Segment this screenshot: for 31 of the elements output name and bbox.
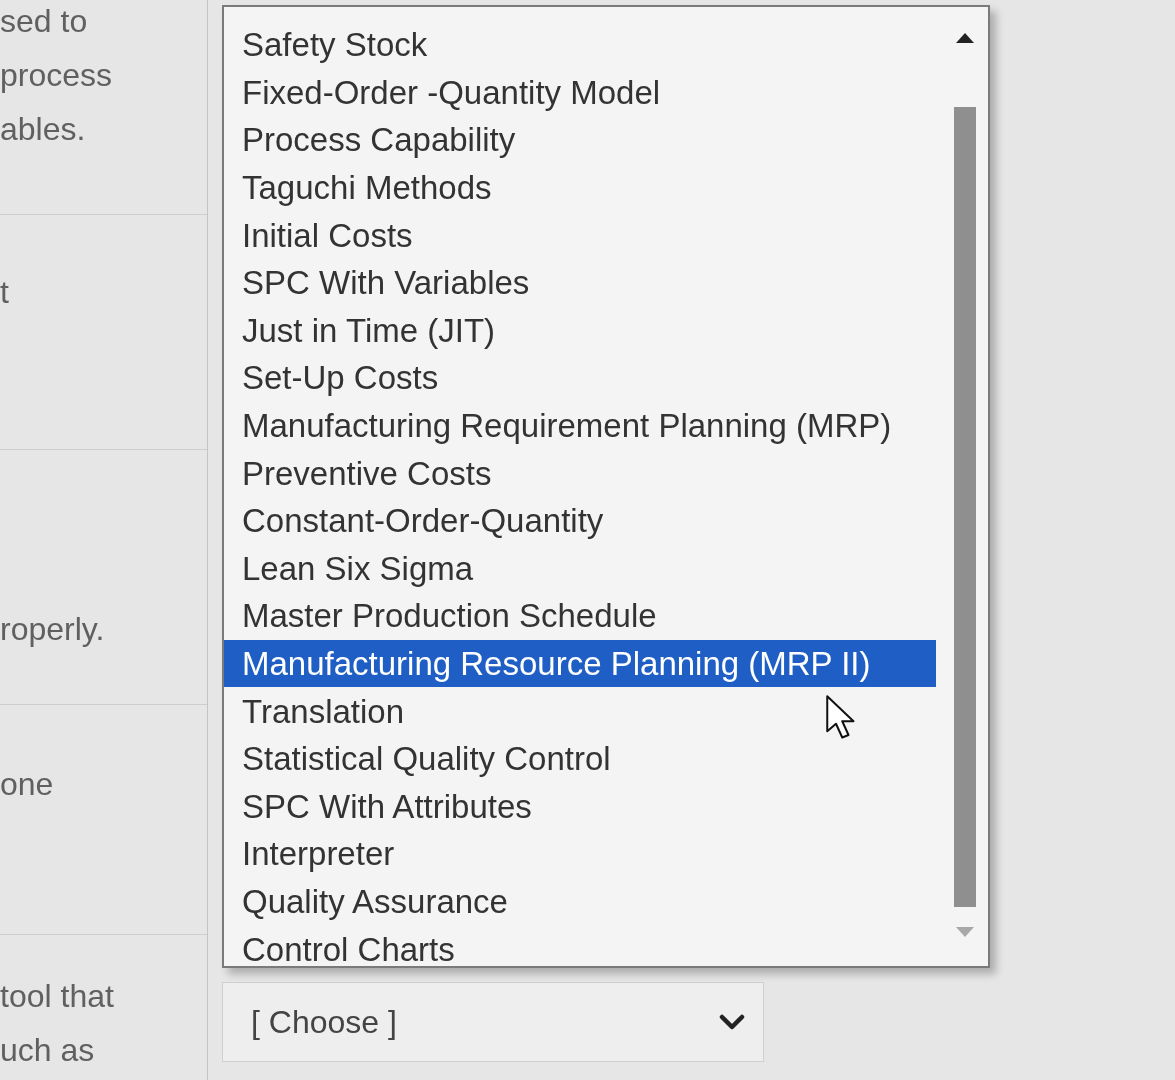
question-text: one: [0, 765, 54, 804]
scrollbar-thumb[interactable]: [954, 107, 976, 907]
dropdown-option[interactable]: Manufacturing Requirement Planning (MRP): [224, 401, 936, 450]
question-text: tool that uch as: [0, 977, 114, 1070]
choose-select[interactable]: [ Choose ]: [222, 982, 764, 1062]
dropdown-option[interactable]: Just in Time (JIT): [224, 306, 936, 355]
question-text: sed to process ables.: [0, 2, 113, 149]
dropdown-option[interactable]: Constant-Order-Quantity: [224, 496, 936, 545]
question-text: t: [0, 273, 9, 312]
dropdown-option[interactable]: Interpreter: [224, 830, 936, 878]
mouse-pointer-icon: [826, 695, 856, 740]
dropdown-option[interactable]: Taguchi Methods: [224, 163, 936, 212]
chevron-down-icon: [719, 1014, 745, 1030]
dropdown-option[interactable]: Preventive Costs: [224, 449, 936, 497]
dropdown-option[interactable]: Process Capability: [224, 116, 936, 164]
dropdown-option[interactable]: Fixed-Order -Quantity Model: [224, 68, 936, 117]
dropdown-option[interactable]: SPC With Variables: [224, 258, 936, 307]
dropdown-option[interactable]: Quality Assurance: [224, 877, 936, 926]
dropdown-option[interactable]: Master Production Schedule: [224, 592, 936, 640]
dropdown-option[interactable]: Initial Costs: [224, 211, 936, 259]
dropdown-option[interactable]: Safety Stock: [224, 21, 936, 69]
dropdown-option[interactable]: Set-Up Costs: [224, 354, 936, 402]
dropdown-option[interactable]: Lean Six Sigma: [224, 544, 936, 593]
dropdown-option[interactable]: Statistical Quality Control: [224, 734, 936, 783]
dropdown-option[interactable]: Control Charts: [224, 925, 936, 973]
dropdown-option[interactable]: Translation: [224, 687, 936, 735]
question-text: roperly.: [0, 610, 105, 649]
scroll-down-icon[interactable]: [956, 927, 974, 937]
scroll-up-icon[interactable]: [956, 33, 974, 43]
dropdown-option[interactable]: SPC With Attributes: [224, 782, 936, 831]
dropdown-option[interactable]: Manufacturing Resource Planning (MRP II): [224, 639, 936, 688]
